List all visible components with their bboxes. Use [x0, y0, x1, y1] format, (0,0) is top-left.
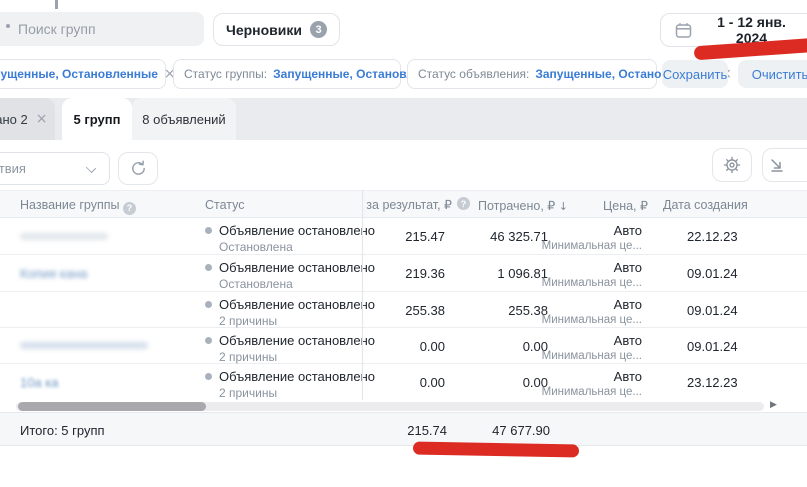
column-cost-per-result[interactable]: Цена за результат, ₽ ? — [362, 190, 474, 218]
tab-label: 5 групп — [74, 112, 121, 127]
status-text: Объявление остановлено — [205, 369, 375, 384]
filter-chip-campaign-status[interactable]: Запущенные, Остановленные × — [0, 59, 166, 89]
price-subtext: Минимальная це... — [542, 314, 642, 326]
tab-selected-items[interactable]: Выбрано 2 × — [0, 98, 55, 140]
ui-fragment — [55, 0, 58, 9]
column-created: Дата создания — [663, 198, 748, 212]
download-icon — [769, 157, 785, 173]
table-row: Объявление остановлено 2 причины 0.00 0.… — [0, 328, 807, 364]
cost-per-result-value: 215.47 — [405, 229, 445, 244]
status-text: Объявление остановлено — [205, 260, 375, 275]
clear-button[interactable]: Очистить — [738, 60, 807, 88]
status-subtext: Остановлена — [219, 277, 375, 291]
price-subtext: Минимальная це... — [542, 350, 642, 362]
save-button[interactable]: Сохранить — [662, 60, 728, 88]
table-row: Объявление остановлено Остановлена 215.4… — [0, 218, 807, 255]
group-name-redacted — [20, 342, 148, 349]
price-value: Авто — [542, 297, 642, 312]
cost-per-result-value: 219.36 — [405, 266, 445, 281]
fixed-columns-divider — [362, 190, 363, 400]
close-icon[interactable]: × — [36, 111, 48, 127]
calendar-icon — [675, 22, 692, 39]
price-value: Авто — [542, 260, 642, 275]
group-name-link[interactable]: Копия кана — [20, 266, 87, 281]
created-date: 09.01.24 — [687, 339, 738, 354]
column-spent[interactable]: Потрачено, ₽ ↓ — [478, 198, 568, 213]
status-subtext: Остановлена — [219, 240, 375, 254]
status-subtext: 2 причины — [219, 386, 375, 400]
actions-label: Действия — [0, 161, 26, 176]
actions-dropdown[interactable]: Действия — [0, 152, 110, 185]
help-icon[interactable]: ? — [123, 202, 136, 215]
gear-icon — [723, 156, 741, 174]
drafts-count-badge: 3 — [310, 21, 327, 38]
created-date: 22.12.23 — [687, 229, 738, 244]
status-text: Объявление остановлено — [205, 333, 375, 348]
price-value: Авто — [542, 369, 642, 384]
tab-label: Выбрано 2 — [0, 112, 28, 127]
cost-per-result-value: 0.00 — [420, 375, 445, 390]
tab-ads[interactable]: 8 объявлений — [132, 98, 236, 140]
drafts-button[interactable]: Черновики 3 — [213, 13, 340, 46]
column-price: Цена, ₽ — [603, 198, 648, 213]
chevron-down-icon — [86, 163, 96, 173]
status-text: Объявление остановлено — [205, 297, 375, 312]
price-value: Авто — [542, 223, 642, 238]
scroll-right-icon[interactable]: ▶ — [770, 400, 777, 410]
refresh-icon — [130, 160, 147, 177]
help-icon[interactable]: ? — [457, 197, 470, 210]
price-value: Авто — [542, 333, 642, 348]
drafts-label: Черновики — [226, 22, 302, 38]
price-subtext: Минимальная це... — [542, 277, 642, 289]
chip-prefix: Статус объявления: — [418, 67, 529, 81]
created-date: 09.01.24 — [687, 266, 738, 281]
created-date: 09.01.24 — [687, 303, 738, 318]
column-status: Статус — [205, 198, 245, 212]
tab-band: Выбрано 2 × 5 групп 8 объявлений — [0, 98, 807, 140]
group-name-link[interactable]: 10а ка — [20, 375, 59, 390]
red-marker-totals-annotation — [413, 442, 579, 458]
cost-per-result-value: 255.38 — [405, 303, 445, 318]
export-button[interactable] — [762, 148, 807, 182]
price-subtext: Минимальная це... — [542, 386, 642, 398]
tab-groups[interactable]: 5 групп — [62, 98, 132, 140]
horizontal-scrollbar[interactable] — [16, 402, 764, 411]
total-cost-per-result: 215.74 — [407, 423, 447, 438]
filter-chip-group-status[interactable]: Статус группы: Запущенные, Остановленные… — [173, 59, 401, 89]
total-spent: 47 677.90 — [492, 423, 550, 438]
cost-per-result-value: 0.00 — [420, 339, 445, 354]
status-subtext: 2 причины — [219, 350, 375, 364]
spent-value: 46 325.71 — [490, 229, 548, 244]
table-row: Копия кана Объявление остановлено Остано… — [0, 255, 807, 292]
table-row: 10а ка Объявление остановлено 2 причины … — [0, 364, 807, 400]
tab-label: 8 объявлений — [142, 112, 225, 127]
created-date: 23.12.23 — [687, 375, 738, 390]
search-icon — [6, 24, 10, 28]
spent-value: 1 096.81 — [497, 266, 548, 281]
chip-prefix: Статус группы: — [184, 67, 267, 81]
totals-label: Итого: 5 групп — [20, 423, 105, 438]
status-text: Объявление остановлено — [205, 223, 375, 238]
scrollbar-thumb[interactable] — [18, 402, 206, 411]
sort-desc-icon: ↓ — [559, 200, 568, 213]
search-input[interactable] — [0, 12, 204, 46]
chip-value: Запущенные, Остановленные — [0, 67, 158, 81]
group-name-redacted — [20, 233, 108, 240]
filter-chip-ad-status[interactable]: Статус объявления: Запущенные, Остановле… — [407, 59, 657, 89]
price-subtext: Минимальная це... — [542, 240, 642, 252]
column-name: Название группы ? — [20, 198, 136, 215]
refresh-button[interactable] — [118, 152, 158, 185]
table-row: Объявление остановлено 2 причины 255.38 … — [0, 292, 807, 328]
totals-row: Итого: 5 групп 215.74 47 677.90 — [0, 412, 807, 446]
settings-button[interactable] — [712, 148, 752, 182]
ads-manager-page: Черновики 3 1 - 12 янв. 2024 Запущенные,… — [0, 0, 807, 487]
status-subtext: 2 причины — [219, 314, 375, 328]
